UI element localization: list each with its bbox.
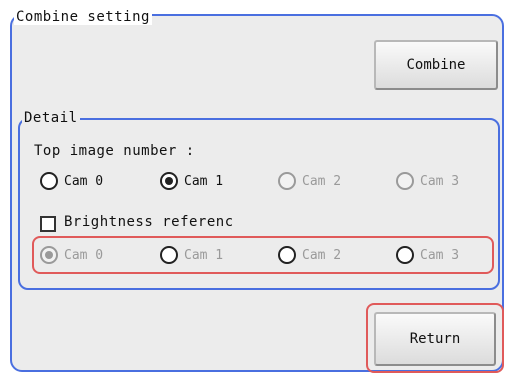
return-button[interactable]: Return	[374, 312, 496, 366]
radio-circle	[40, 172, 58, 190]
radio-label: Cam 1	[184, 247, 224, 263]
radio-label: Cam 1	[184, 173, 224, 189]
radio-circle-selected	[160, 172, 178, 190]
radio-circle	[160, 246, 178, 264]
radio-circle	[396, 246, 414, 264]
top-image-radio-cam3[interactable]: Cam 3	[396, 172, 459, 190]
top-image-radio-cam1[interactable]: Cam 1	[160, 172, 223, 190]
combine-setting-title: Combine setting	[14, 9, 152, 25]
radio-circle	[278, 172, 296, 190]
brightness-radio-cam0[interactable]: Cam 0	[40, 246, 103, 264]
radio-circle-selected	[40, 246, 58, 264]
brightness-radio-cam3[interactable]: Cam 3	[396, 246, 459, 264]
radio-label: Cam 3	[420, 247, 460, 263]
radio-circle	[278, 246, 296, 264]
brightness-reference-checkbox[interactable]	[40, 216, 56, 232]
radio-label: Cam 2	[302, 247, 342, 263]
brightness-reference-label: Brightness referenc	[64, 214, 234, 230]
brightness-radio-cam2[interactable]: Cam 2	[278, 246, 341, 264]
radio-label: Cam 0	[64, 247, 104, 263]
top-image-number-label: Top image number :	[34, 143, 195, 159]
brightness-radio-cam1[interactable]: Cam 1	[160, 246, 223, 264]
top-image-radio-cam2[interactable]: Cam 2	[278, 172, 341, 190]
radio-label: Cam 2	[302, 173, 342, 189]
top-image-radio-cam0[interactable]: Cam 0	[40, 172, 103, 190]
radio-circle	[396, 172, 414, 190]
radio-label: Cam 0	[64, 173, 104, 189]
radio-label: Cam 3	[420, 173, 460, 189]
combine-button[interactable]: Combine	[374, 40, 498, 90]
detail-title: Detail	[22, 110, 80, 126]
